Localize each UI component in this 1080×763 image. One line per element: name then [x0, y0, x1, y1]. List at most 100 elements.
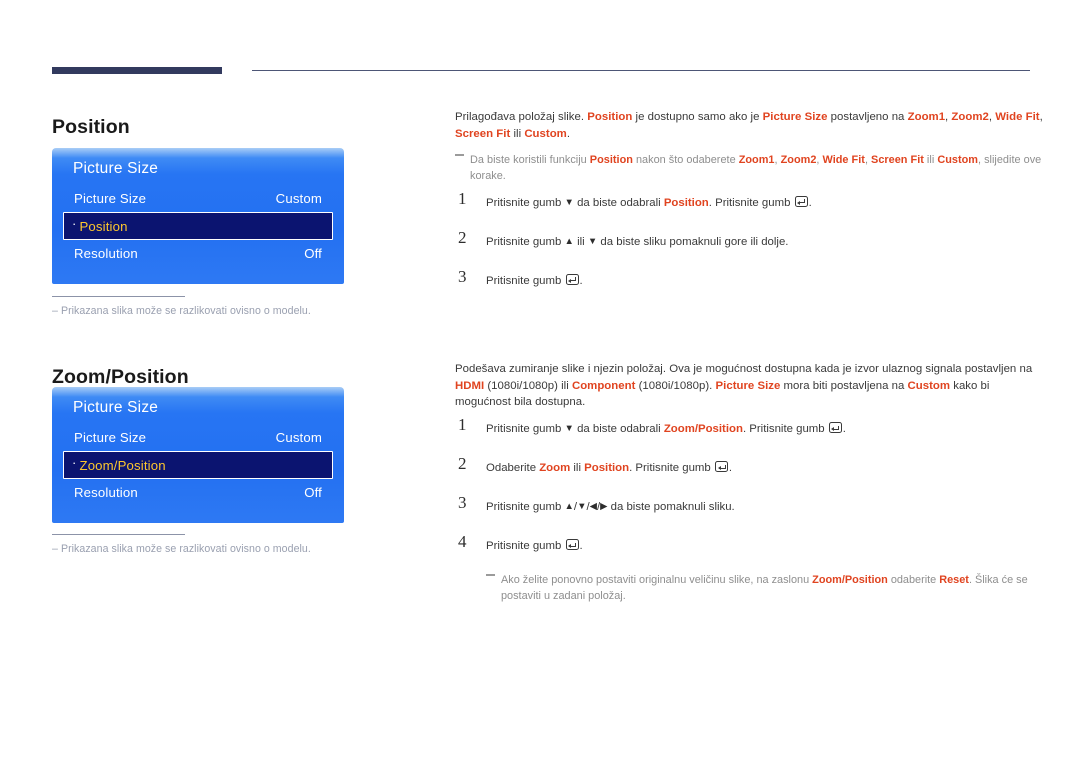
osd-row-label-text: Position — [79, 218, 128, 234]
step-item: 3 Pritisnite gumb . — [455, 268, 1047, 295]
osd-row-label: Picture Size — [74, 430, 147, 445]
enter-key-icon — [794, 196, 808, 207]
step-fragment: . — [579, 540, 583, 553]
step-number: 2 — [458, 228, 467, 247]
osd-row-label: Picture Size — [74, 191, 147, 206]
step-item: 2 Odaberite Zoom ili Position. Pritisnite… — [455, 455, 1047, 482]
enter-key-icon — [828, 422, 842, 434]
intro-term-zoom2: Zoom2 — [951, 111, 989, 124]
enter-key-icon — [714, 461, 728, 473]
step-fragment: . Pritisnite gumb — [742, 423, 828, 436]
intro2-mid1: (1080i/1080p) ili — [484, 379, 572, 392]
step-fragment: . — [842, 423, 846, 436]
note-dash-icon — [455, 154, 464, 156]
osd-menu-header: Picture Size — [73, 399, 159, 416]
step-fragment: ili — [570, 462, 585, 475]
note-dash-icon — [486, 574, 495, 576]
step-item: 1 Pritisnite gumb ▼ da biste odabrali Zoo… — [455, 416, 1047, 443]
step-term: Zoom/Position — [663, 423, 743, 436]
note-term-zoom1: Zoom1 — [738, 154, 775, 167]
osd-row-label: · Position — [72, 216, 128, 234]
step-text: Pritisnite gumb ▲/▼/◀/▶ da biste pomaknu… — [486, 501, 735, 513]
intro-lead: Prilagođava položaj slike. — [455, 111, 588, 124]
osd-row-zoom-position-selected[interactable]: · Zoom/Position — [63, 451, 333, 479]
osd-row-resolution[interactable]: Resolution Off — [63, 479, 333, 506]
intro-term-screen-fit: Screen Fit — [455, 127, 511, 140]
step-fragment: da biste sliku pomaknuli gore ili dolje. — [597, 236, 789, 248]
footnote-divider — [52, 534, 185, 536]
subnote-term-reset: Reset — [939, 574, 969, 587]
note-term-custom: Custom — [937, 154, 978, 167]
step-number: 3 — [458, 493, 467, 513]
intro-paragraph-position: Prilagođava položaj slike. Position je d… — [455, 109, 1047, 141]
osd-row-label-text: Zoom/Position — [79, 457, 166, 473]
step-fragment: . Pritisnite gumb — [629, 462, 714, 475]
left-column: Position Picture Size Picture Size Custo… — [0, 0, 440, 763]
arrow-key-icon: ◀ — [589, 501, 597, 513]
osd-row-value: Off — [304, 246, 322, 261]
intro-paragraph-zoom-position: Podešava zumiranje slike i njezin položa… — [455, 361, 1047, 410]
description-block-position: Prilagođava položaj slike. Position je d… — [455, 98, 1047, 312]
step-text: Pritisnite gumb ▲ ili ▼ da biste sliku p… — [486, 236, 788, 248]
intro-term-position: Position — [587, 111, 633, 124]
intro-tail: . — [566, 127, 571, 140]
enter-key-icon — [565, 274, 579, 285]
step-fragment: Pritisnite gumb — [486, 197, 565, 209]
right-column: Prilagođava položaj slike. Position je d… — [440, 0, 1080, 763]
intro-sep3: , — [1039, 111, 1043, 124]
subnote-reset: Ako želite ponovno postaviti originalnu … — [486, 573, 1047, 604]
bullet-icon: · — [72, 454, 77, 470]
intro2-mid2: (1080i/1080p). — [635, 379, 716, 392]
intro-mid2: postavljeno na — [827, 111, 908, 124]
step-item: 2 Pritisnite gumb ▲ ili ▼ da biste sliku … — [455, 229, 1047, 256]
note-term-zoom2: Zoom2 — [780, 154, 817, 167]
step-fragment: da biste odabrali — [573, 197, 664, 209]
osd-row-position-selected[interactable]: · Position — [63, 212, 333, 240]
osd-row-value: Off — [304, 485, 322, 500]
intro-term-custom: Custom — [524, 127, 567, 140]
step-fragment: . Pritisnite gumb — [708, 197, 794, 209]
osd-row-label: Resolution — [74, 246, 138, 261]
step-text: Pritisnite gumb ▼ da biste odabrali Zoom… — [486, 422, 846, 436]
step-item: 1 Pritisnite gumb ▼ da biste odabrali Pos… — [455, 190, 1047, 217]
intro2-lead: Podešava zumiranje slike i njezin položa… — [455, 363, 1033, 376]
note-p1: Da biste koristili funkciju — [470, 154, 590, 167]
osd-row-picture-size[interactable]: Picture Size Custom — [63, 424, 333, 451]
note-term-screen-fit: Screen Fit — [871, 154, 924, 167]
intro2-term-custom: Custom — [907, 379, 951, 392]
step-item: 3 Pritisnite gumb ▲/▼/◀/▶ da biste pomakn… — [455, 494, 1047, 521]
intro2-term-picture-size: Picture Size — [715, 379, 781, 392]
step-fragment: Pritisnite gumb — [486, 275, 565, 287]
step-term: Zoom — [539, 462, 571, 475]
step-term: Position — [584, 462, 630, 475]
step-fragment: Pritisnite gumb — [486, 501, 565, 514]
osd-row-label: · Zoom/Position — [72, 454, 166, 473]
step-fragment: Pritisnite gumb — [486, 423, 565, 436]
step-term: Position — [663, 197, 709, 209]
section-title-position: Position — [52, 116, 130, 139]
subnote-p1: Ako želite ponovno postaviti originalnu … — [501, 574, 813, 587]
step-number: 3 — [458, 267, 467, 286]
arrow-key-icon: ▼ — [564, 423, 574, 435]
step-number: 1 — [458, 415, 467, 435]
footnote-divider — [52, 296, 185, 298]
osd-menu-picture-size-position: Picture Size Picture Size Custom · Positi… — [52, 148, 344, 284]
subnote-term-zoom-position: Zoom/Position — [812, 574, 888, 587]
steps-list-position: 1 Pritisnite gumb ▼ da biste odabrali Pos… — [455, 190, 1047, 295]
intro2-mid3: mora biti postavljena na — [780, 379, 908, 392]
arrow-key-icon: ▲ — [564, 236, 574, 247]
osd-row-value: Custom — [275, 191, 322, 206]
intro-term-zoom1: Zoom1 — [907, 111, 946, 124]
enter-key-icon — [565, 539, 579, 551]
step-number: 4 — [458, 532, 467, 552]
step-fragment: Pritisnite gumb — [486, 236, 565, 248]
intro2-term-hdmi: HDMI — [455, 379, 485, 392]
osd-row-value: Custom — [275, 430, 322, 445]
osd-row-resolution[interactable]: Resolution Off — [63, 240, 333, 267]
arrow-key-icon: ▼ — [587, 236, 598, 247]
osd-row-picture-size[interactable]: Picture Size Custom — [63, 185, 333, 212]
osd-row-label: Resolution — [74, 485, 138, 500]
step-item: 4 Pritisnite gumb . — [455, 533, 1047, 560]
step-text: Pritisnite gumb . — [486, 274, 583, 287]
footnote-dash: – — [52, 305, 58, 318]
